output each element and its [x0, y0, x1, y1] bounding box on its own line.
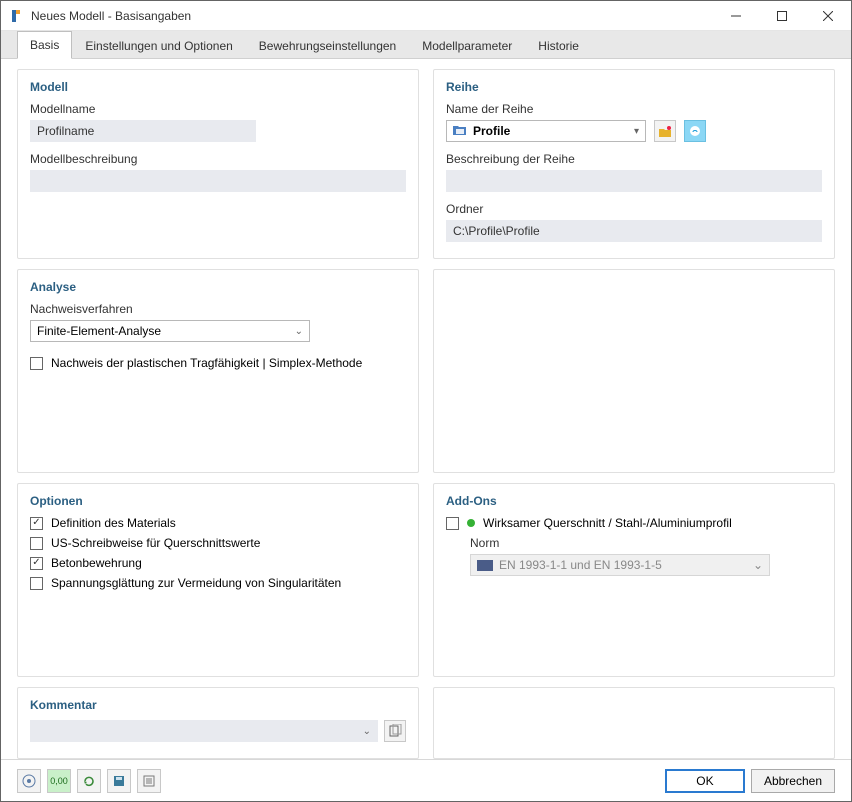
tab-bewehrung[interactable]: Bewehrungseinstellungen	[246, 32, 409, 59]
opt-beton-checkbox[interactable]	[30, 557, 43, 570]
tab-label: Bewehrungseinstellungen	[259, 39, 396, 53]
reihe-beschreibung-label: Beschreibung der Reihe	[446, 152, 822, 166]
chevron-down-icon: ▾	[634, 126, 639, 137]
tool-refresh-button[interactable]	[77, 769, 101, 793]
cancel-label: Abbrechen	[764, 774, 822, 788]
opt-spannung-checkbox[interactable]	[30, 577, 43, 590]
panel-title-modell: Modell	[30, 80, 406, 94]
reihe-ordner-input[interactable]	[446, 220, 822, 242]
tab-label: Historie	[538, 39, 579, 53]
tab-label: Basis	[30, 38, 59, 52]
reihe-beschreibung-input[interactable]	[446, 170, 822, 192]
tab-historie[interactable]: Historie	[525, 32, 592, 59]
units-icon: 0,00	[50, 776, 68, 786]
opt-us-checkbox[interactable]	[30, 537, 43, 550]
chevron-down-icon: ⌄	[295, 326, 303, 337]
panel-title-kommentar: Kommentar	[30, 698, 406, 712]
tab-label: Einstellungen und Optionen	[85, 39, 232, 53]
norm-value: EN 1993-1-1 und EN 1993-1-5	[499, 558, 662, 572]
plastische-checkbox[interactable]	[30, 357, 43, 370]
addon-effective-label: Wirksamer Querschnitt / Stahl-/Aluminium…	[483, 516, 732, 530]
window-buttons	[713, 1, 851, 30]
tool-save-button[interactable]	[107, 769, 131, 793]
chevron-down-icon: ⌄	[363, 726, 371, 737]
tab-label: Modellparameter	[422, 39, 512, 53]
tab-einstellungen[interactable]: Einstellungen und Optionen	[72, 32, 245, 59]
footer: 0,00 OK Abbrechen	[1, 759, 851, 801]
opt-us-label: US-Schreibweise für Querschnittswerte	[51, 536, 260, 550]
maximize-button[interactable]	[759, 1, 805, 30]
panel-analyse: Analyse Nachweisverfahren Finite-Element…	[17, 269, 419, 473]
close-button[interactable]	[805, 1, 851, 30]
reihe-ordner-label: Ordner	[446, 202, 822, 216]
titlebar: Neues Modell - Basisangaben	[1, 1, 851, 31]
modellname-label: Modellname	[30, 102, 406, 116]
modellname-input[interactable]	[30, 120, 256, 142]
modellbeschreibung-input[interactable]	[30, 170, 406, 192]
content-grid: Modell Modellname Modellbeschreibung Rei…	[1, 59, 851, 759]
panel-modell: Modell Modellname Modellbeschreibung	[17, 69, 419, 259]
opt-material-label: Definition des Materials	[51, 516, 176, 530]
panel-title-analyse: Analyse	[30, 280, 406, 294]
reihe-browse-button[interactable]	[654, 120, 676, 142]
cancel-button[interactable]: Abbrechen	[751, 769, 835, 793]
panel-addons: Add-Ons Wirksamer Querschnitt / Stahl-/A…	[433, 483, 835, 677]
app-icon	[9, 8, 25, 24]
modellbeschreibung-label: Modellbeschreibung	[30, 152, 406, 166]
tool-help-button[interactable]	[17, 769, 41, 793]
panel-title-addons: Add-Ons	[446, 494, 822, 508]
reihe-name-label: Name der Reihe	[446, 102, 822, 116]
chevron-down-icon: ⌄	[753, 558, 763, 572]
reihe-cloud-button[interactable]	[684, 120, 706, 142]
panel-optionen: Optionen Definition des Materials US-Sch…	[17, 483, 419, 677]
folder-icon	[453, 124, 467, 139]
panel-title-reihe: Reihe	[446, 80, 822, 94]
reihe-select[interactable]: Profile ▾	[446, 120, 646, 142]
status-dot-icon	[467, 519, 475, 527]
window-title: Neues Modell - Basisangaben	[31, 9, 713, 23]
nachweisverfahren-select[interactable]: Finite-Element-Analyse ⌄	[30, 320, 310, 342]
nachweisverfahren-label: Nachweisverfahren	[30, 302, 406, 316]
kommentar-select[interactable]: ⌄	[30, 720, 378, 742]
opt-material-checkbox[interactable]	[30, 517, 43, 530]
nachweisverfahren-value: Finite-Element-Analyse	[37, 324, 161, 338]
tab-basis[interactable]: Basis	[17, 31, 72, 59]
panel-empty-right-2	[433, 687, 835, 759]
panel-kommentar: Kommentar ⌄	[17, 687, 419, 759]
minimize-button[interactable]	[713, 1, 759, 30]
ok-button[interactable]: OK	[665, 769, 745, 793]
addon-effective-checkbox[interactable]	[446, 517, 459, 530]
panel-reihe: Reihe Name der Reihe Profile ▾ Beschreib…	[433, 69, 835, 259]
panel-title-optionen: Optionen	[30, 494, 406, 508]
tab-modellparameter[interactable]: Modellparameter	[409, 32, 525, 59]
reihe-select-value: Profile	[473, 124, 510, 138]
tool-units-button[interactable]: 0,00	[47, 769, 71, 793]
norm-label: Norm	[470, 536, 822, 550]
eu-flag-icon	[477, 560, 493, 571]
tool-list-button[interactable]	[137, 769, 161, 793]
kommentar-edit-button[interactable]	[384, 720, 406, 742]
panel-empty-right-1	[433, 269, 835, 473]
opt-beton-label: Betonbewehrung	[51, 556, 142, 570]
plastische-label: Nachweis der plastischen Tragfähigkeit |…	[51, 356, 362, 370]
ok-label: OK	[696, 774, 713, 788]
norm-select[interactable]: EN 1993-1-1 und EN 1993-1-5 ⌄	[470, 554, 770, 576]
opt-spannung-label: Spannungsglättung zur Vermeidung von Sin…	[51, 576, 341, 590]
tabstrip: Basis Einstellungen und Optionen Bewehru…	[1, 31, 851, 59]
